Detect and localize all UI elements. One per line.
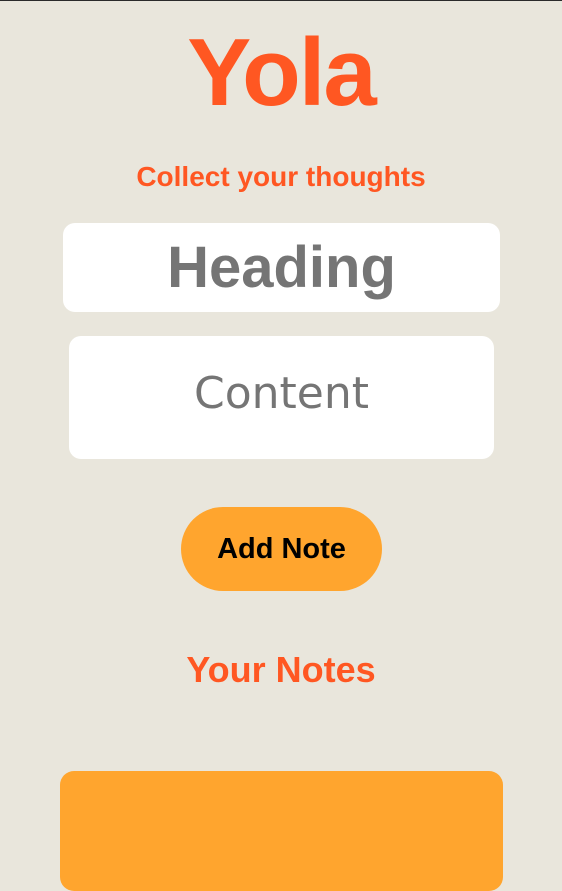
heading-input[interactable] <box>63 223 500 312</box>
notes-section-title: Your Notes <box>186 649 376 690</box>
add-note-button[interactable]: Add Note <box>181 507 382 591</box>
app-tagline: Collect your thoughts <box>136 161 426 192</box>
note-card <box>60 771 503 891</box>
content-input[interactable] <box>69 336 494 459</box>
app-title: Yola <box>187 19 377 126</box>
